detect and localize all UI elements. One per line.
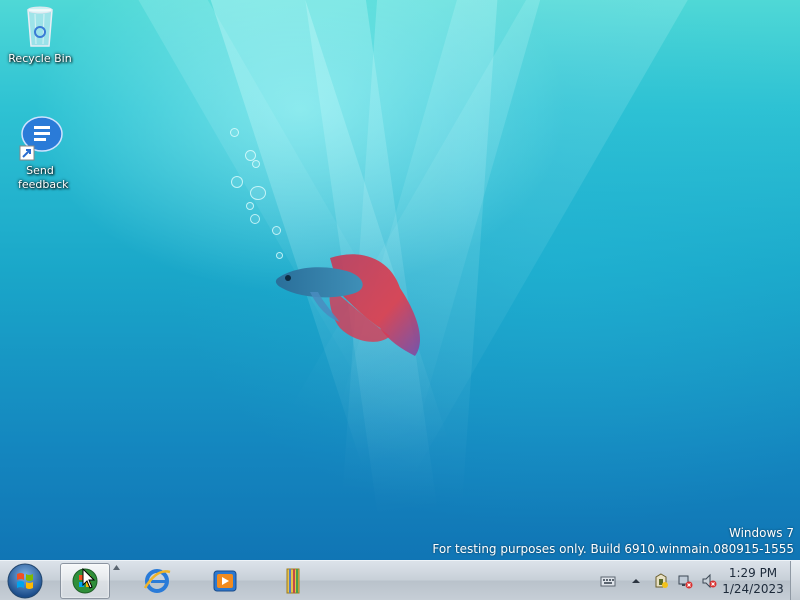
bubble xyxy=(250,186,266,200)
light-ray xyxy=(339,0,549,433)
bubble xyxy=(272,226,281,235)
action-center-icon[interactable] xyxy=(653,573,669,589)
system-clock[interactable]: 1:29 PM 1/24/2023 xyxy=(718,565,788,597)
clock-time: 1:29 PM xyxy=(728,566,778,580)
start-button[interactable] xyxy=(4,562,46,600)
keyboard-icon[interactable] xyxy=(600,573,616,589)
build-watermark-text: For testing purposes only. Build 6910.wi… xyxy=(432,542,794,556)
show-hidden-icons-chevron[interactable] xyxy=(628,573,644,589)
bubble xyxy=(230,128,239,137)
desktop-icon-recycle-bin[interactable]: Recycle Bin xyxy=(2,2,78,66)
desktop-icon-label: Recycle Bin xyxy=(8,52,72,65)
media-player-icon xyxy=(213,570,237,592)
bubble xyxy=(231,176,243,188)
show-desktop-button[interactable] xyxy=(790,561,800,600)
desktop-icon-send-feedback[interactable]: Send feedback xyxy=(2,114,78,192)
recycle-bin-icon xyxy=(16,2,64,50)
library-folder-icon xyxy=(286,568,300,594)
clock-date: 1/24/2023 xyxy=(722,582,784,596)
desktop[interactable]: Recycle Bin Send feedback Windows 7 For … xyxy=(0,0,800,600)
build-watermark-title: Windows 7 xyxy=(728,526,794,540)
internet-explorer-icon xyxy=(143,569,171,593)
windows-orb-icon xyxy=(7,563,43,599)
taskbar-button-internet-explorer[interactable] xyxy=(132,563,182,599)
desktop-icon-label: Send feedback xyxy=(18,164,69,191)
mouse-cursor-icon xyxy=(82,568,96,589)
taskbar-button-media-player[interactable] xyxy=(200,563,250,599)
bubble xyxy=(246,202,254,210)
feedback-icon xyxy=(16,114,64,162)
volume-muted-icon[interactable] xyxy=(701,573,717,589)
bubble xyxy=(252,160,260,168)
light-ray xyxy=(289,0,691,480)
betta-fish-image xyxy=(275,254,420,356)
taskbar-button-library[interactable] xyxy=(268,563,318,599)
light-ray xyxy=(202,0,449,469)
taskbar-grip-chevron[interactable] xyxy=(113,563,120,571)
bubble xyxy=(250,214,260,224)
taskbar: 1:29 PM 1/24/2023 xyxy=(0,560,800,600)
network-icon[interactable] xyxy=(677,573,693,589)
